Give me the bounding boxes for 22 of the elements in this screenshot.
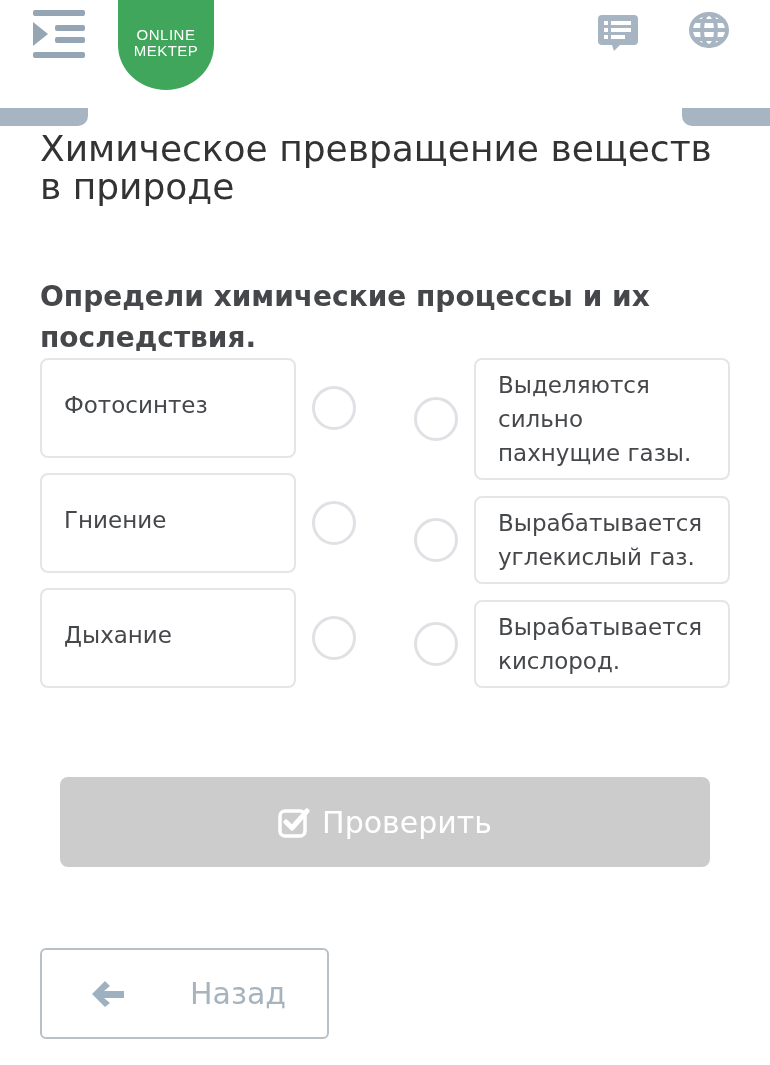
list-icon[interactable] (598, 15, 638, 51)
arrow-left-icon (92, 980, 124, 1007)
radio-button[interactable] (414, 622, 458, 666)
back-button[interactable]: Назад (40, 948, 329, 1039)
logo-text: ONLINE (136, 27, 196, 43)
checkbox-icon (278, 806, 311, 838)
logo-text: MEKTEP (133, 43, 199, 59)
radio-button[interactable] (414, 518, 458, 562)
radio-button[interactable] (312, 501, 356, 545)
option-card: Фотосинтез (40, 358, 296, 458)
page-title: Химическое превращение веществ в природе (40, 130, 713, 206)
option-card: Гниение (40, 473, 296, 573)
option-card: Дыхание (40, 588, 296, 688)
question-text: Определи химические процессы и их последствия. (40, 279, 651, 356)
radio-button[interactable] (312, 616, 356, 660)
option-card: Выделяются сильно пахнущие газы. (474, 358, 730, 480)
option-card: Вырабатывается кислород. (474, 600, 730, 688)
globe-icon[interactable] (688, 11, 730, 49)
option-card: Вырабатывается углекислый газ. (474, 496, 730, 584)
radio-button[interactable] (312, 386, 356, 430)
menu-icon[interactable] (33, 10, 85, 58)
radio-button[interactable] (414, 397, 458, 441)
